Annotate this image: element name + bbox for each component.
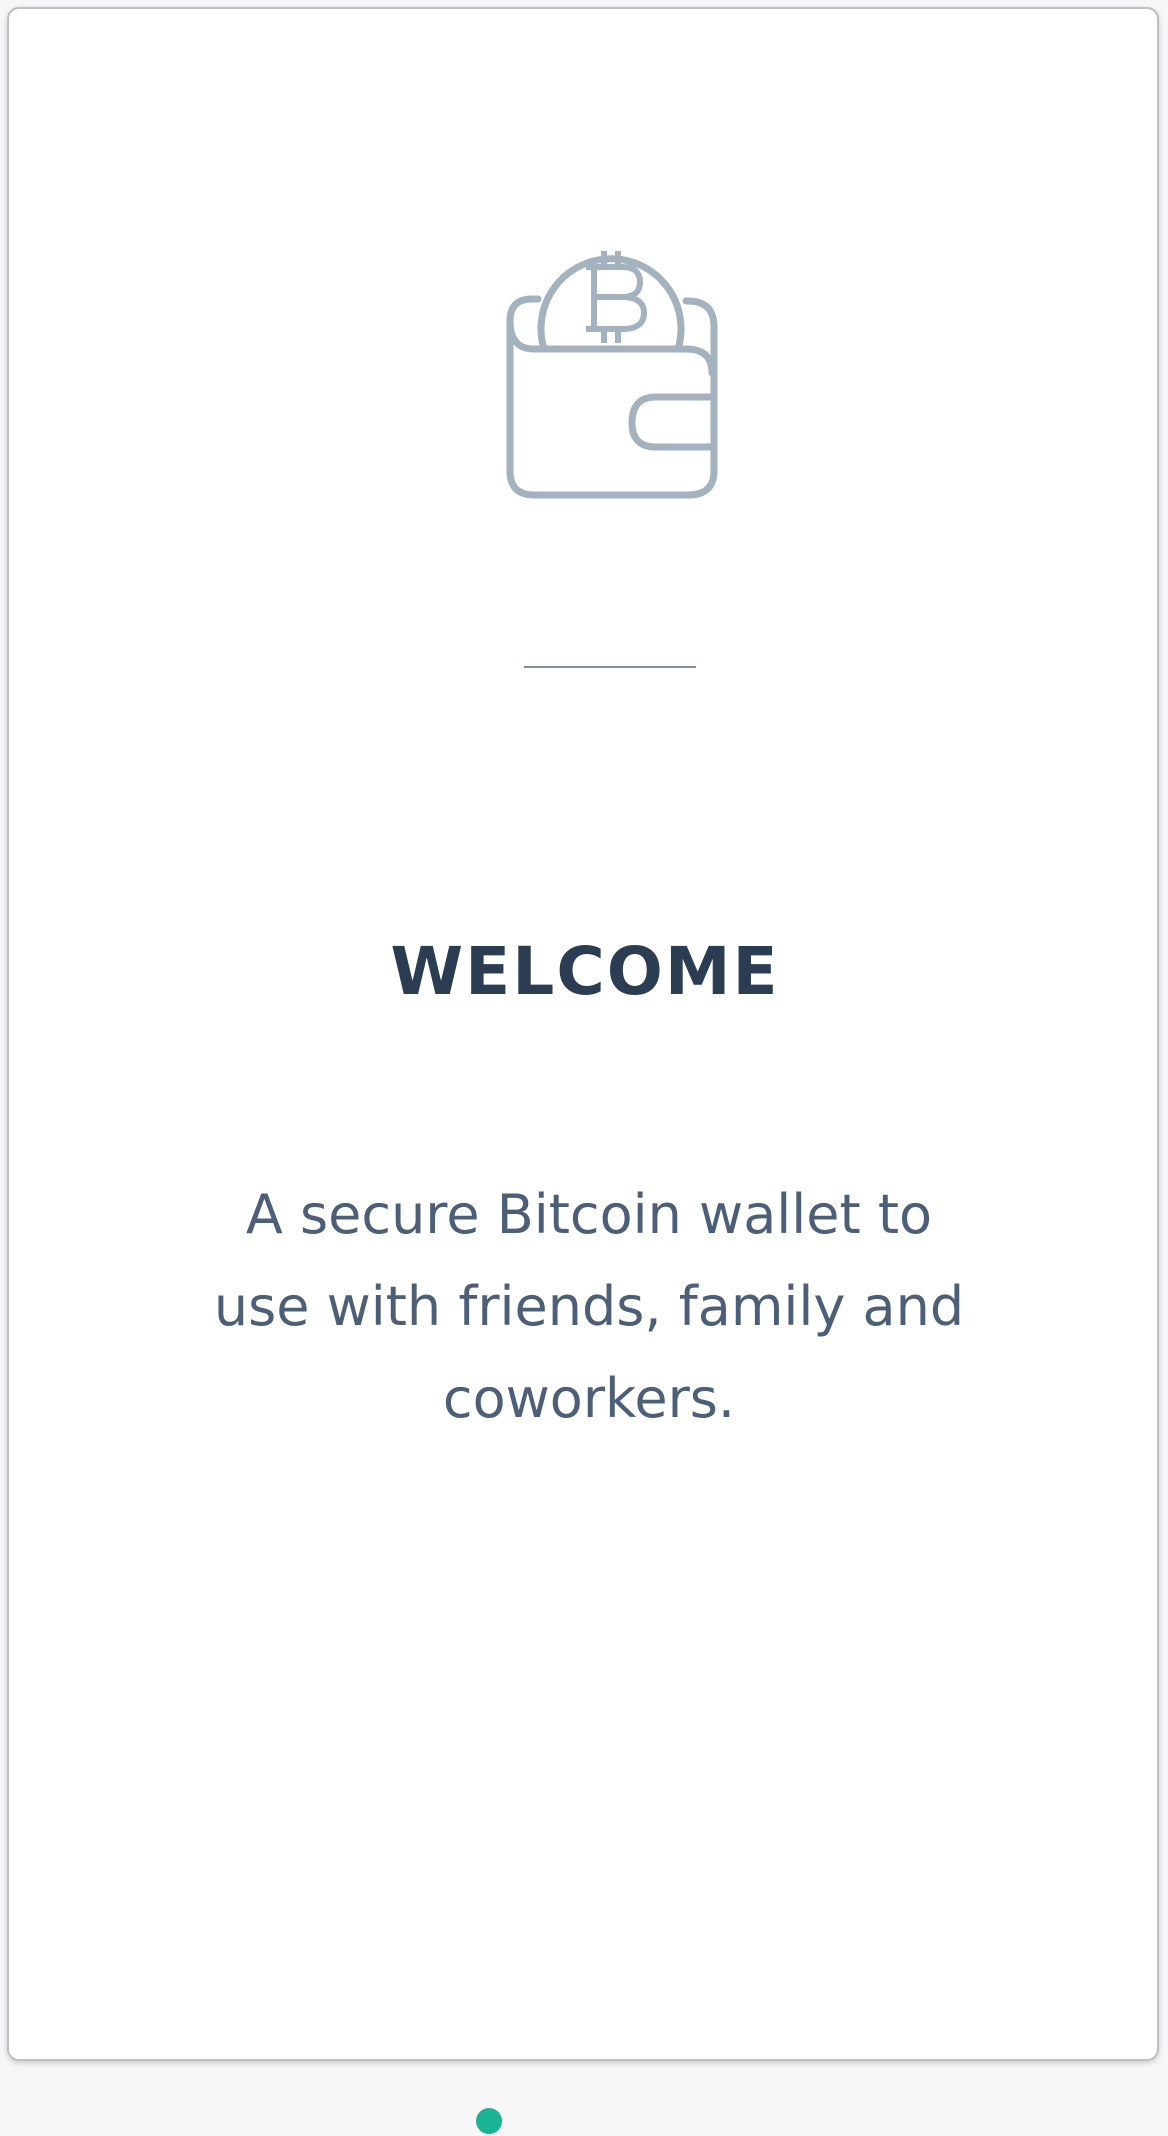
page-title: WELCOME: [390, 933, 780, 1010]
divider: [524, 666, 696, 668]
welcome-description: A secure Bitcoin wallet to use with frie…: [213, 1183, 965, 1430]
page-indicator: [0, 2104, 1168, 2136]
onboarding-card[interactable]: WELCOME A secure Bitcoin wallet to use w…: [7, 7, 1159, 2061]
bitcoin-wallet-icon: [506, 251, 718, 499]
page-indicator-dot-active[interactable]: [476, 2108, 502, 2134]
onboarding-screen: WELCOME A secure Bitcoin wallet to use w…: [0, 0, 1168, 2136]
